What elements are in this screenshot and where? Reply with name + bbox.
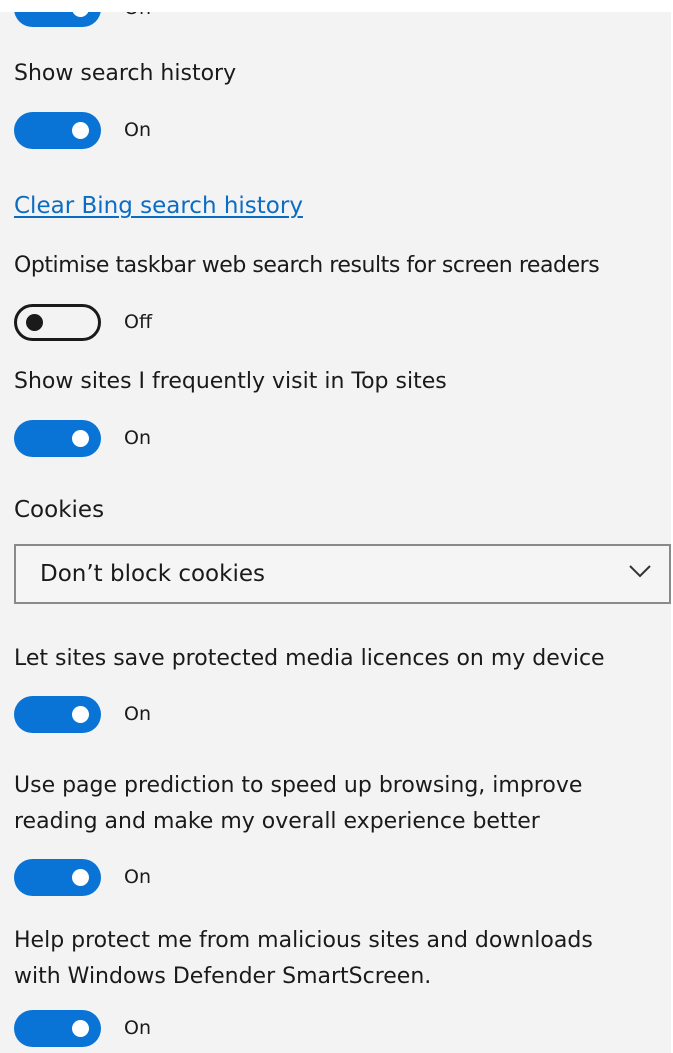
media-licences-state: On: [124, 703, 151, 725]
toggle-knob: [72, 122, 89, 139]
smartscreen-toggle[interactable]: [14, 1010, 101, 1047]
cookies-label: Cookies: [14, 497, 105, 523]
taskbar-screen-readers-label: Optimise taskbar web search results for …: [14, 253, 600, 278]
search-history-label: Show search history: [14, 61, 237, 86]
page-prediction-toggle[interactable]: [14, 859, 101, 896]
settings-panel: On Show search history On Clear Bing sea…: [0, 12, 671, 1053]
toggle-knob: [72, 706, 89, 723]
cookies-selected-value: Don’t block cookies: [40, 561, 265, 587]
cookies-dropdown[interactable]: Don’t block cookies: [14, 544, 671, 604]
search-history-toggle[interactable]: [14, 112, 101, 149]
clear-bing-history-link[interactable]: Clear Bing search history: [14, 188, 303, 224]
partial-top-toggle[interactable]: [14, 12, 101, 27]
toggle-knob: [72, 12, 89, 17]
page-prediction-state: On: [124, 866, 151, 888]
smartscreen-state: On: [124, 1017, 151, 1039]
partial-top-toggle-state: On: [124, 12, 151, 20]
media-licences-toggle[interactable]: [14, 696, 101, 733]
chevron-down-icon: [629, 565, 651, 578]
media-licences-label: Let sites save protected media licences …: [14, 646, 605, 671]
smartscreen-label-line1: Help protect me from malicious sites and…: [14, 928, 593, 953]
page-prediction-label-line1: Use page prediction to speed up browsing…: [14, 773, 583, 798]
search-history-state: On: [124, 119, 151, 141]
top-sites-state: On: [124, 427, 151, 449]
toggle-knob: [72, 430, 89, 447]
taskbar-screen-readers-state: Off: [124, 311, 153, 333]
top-sites-label: Show sites I frequently visit in Top sit…: [14, 369, 447, 394]
taskbar-screen-readers-toggle[interactable]: [14, 304, 101, 341]
toggle-knob: [26, 314, 43, 331]
top-sites-toggle[interactable]: [14, 420, 101, 457]
toggle-knob: [72, 869, 89, 886]
smartscreen-label-line2: with Windows Defender SmartScreen.: [14, 964, 432, 989]
page-prediction-label-line2: reading and make my overall experience b…: [14, 809, 540, 834]
toggle-knob: [72, 1020, 89, 1037]
